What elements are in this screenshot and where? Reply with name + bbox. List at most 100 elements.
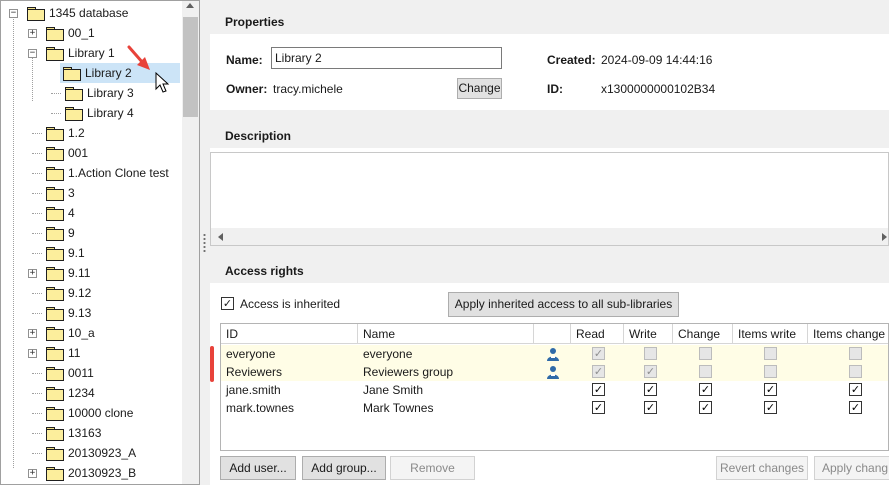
expand-toggle-icon[interactable]: + bbox=[28, 28, 37, 38]
column-header[interactable]: Read bbox=[571, 324, 624, 344]
folder-icon bbox=[65, 87, 83, 101]
permission-checkbox-change[interactable]: ✓ bbox=[699, 383, 712, 396]
tree-item[interactable]: 1.Action Clone test bbox=[28, 163, 169, 183]
column-header[interactable]: Name bbox=[358, 324, 534, 344]
permission-checkbox-read[interactable]: ✓ bbox=[592, 383, 605, 396]
add-group-button[interactable]: Add group... bbox=[302, 456, 386, 480]
inherited-checkbox[interactable]: ✓ bbox=[221, 297, 234, 310]
expand-toggle-icon[interactable]: − bbox=[9, 8, 18, 18]
tree-item[interactable]: 001 bbox=[28, 143, 88, 163]
column-header[interactable]: Change bbox=[673, 324, 733, 344]
tree-item[interactable]: 0011 bbox=[28, 363, 94, 383]
tree-item[interactable]: 9.13 bbox=[28, 303, 91, 323]
tree-item[interactable]: 13163 bbox=[28, 423, 101, 443]
expand-toggle-icon[interactable]: + bbox=[28, 268, 37, 278]
folder-icon bbox=[46, 167, 64, 181]
column-header[interactable]: ID bbox=[221, 324, 358, 344]
permission-checkbox-read[interactable]: ✓ bbox=[592, 347, 605, 360]
tree-item[interactable]: 1234 bbox=[28, 383, 95, 403]
tree-item-label: 9.1 bbox=[68, 246, 85, 260]
tree-item[interactable]: Library 4 bbox=[47, 103, 134, 123]
permission-checkbox-read[interactable]: ✓ bbox=[592, 401, 605, 414]
tree-item-label: 9.11 bbox=[68, 266, 91, 280]
folder-icon bbox=[46, 307, 64, 321]
tree-item[interactable]: 1.2 bbox=[28, 123, 85, 143]
apply-inherited-button[interactable]: Apply inherited access to all sub-librar… bbox=[448, 292, 679, 317]
access-grid[interactable]: ID Name Read Write Change Items write Items ch… bbox=[220, 323, 889, 451]
table-row[interactable]: Reviewers Reviewers group ✓ ✓ bbox=[221, 363, 888, 381]
description-hscrollbar[interactable] bbox=[211, 228, 888, 245]
expand-toggle-icon[interactable]: + bbox=[28, 328, 37, 338]
description-textarea[interactable] bbox=[210, 152, 889, 246]
permission-checkbox-items-write[interactable] bbox=[764, 365, 777, 378]
group-icon bbox=[547, 348, 559, 361]
tree-item[interactable]: +20130923_B bbox=[28, 463, 136, 483]
row-id: mark.townes bbox=[226, 401, 295, 415]
column-header[interactable]: Items write bbox=[733, 324, 808, 344]
expand-toggle-icon[interactable]: − bbox=[28, 48, 37, 58]
tree-scroll-thumb[interactable] bbox=[183, 17, 198, 117]
panel-splitter[interactable] bbox=[200, 0, 210, 485]
permission-checkbox-items-change[interactable] bbox=[849, 347, 862, 360]
permission-checkbox-change[interactable]: ✓ bbox=[699, 401, 712, 414]
tree-item[interactable]: +00_1 bbox=[28, 23, 95, 43]
tree-item-label: 10000 clone bbox=[68, 406, 134, 420]
column-header[interactable]: Items change bbox=[808, 324, 888, 344]
table-row[interactable]: mark.townes Mark Townes ✓ ✓ ✓ ✓ ✓ bbox=[221, 399, 888, 417]
expand-toggle-icon[interactable]: + bbox=[28, 348, 37, 358]
tree-item[interactable]: +9.11 bbox=[28, 263, 90, 283]
column-header[interactable] bbox=[534, 324, 571, 344]
permission-checkbox-items-write[interactable]: ✓ bbox=[764, 383, 777, 396]
permission-checkbox-change[interactable] bbox=[699, 365, 712, 378]
folder-icon bbox=[65, 107, 83, 121]
folder-icon bbox=[46, 347, 64, 361]
tree-item-label: Library 4 bbox=[87, 106, 134, 120]
permission-checkbox-write[interactable]: ✓ bbox=[644, 401, 657, 414]
folder-icon bbox=[46, 227, 64, 241]
library-tree[interactable]: −1345 database +00_1− Library 1 Library 2 Li… bbox=[0, 0, 200, 485]
row-name: Jane Smith bbox=[363, 383, 424, 397]
tree-item[interactable]: 10000 clone bbox=[28, 403, 133, 423]
permission-checkbox-write[interactable]: ✓ bbox=[644, 365, 657, 378]
table-row[interactable]: jane.smith Jane Smith ✓ ✓ ✓ ✓ ✓ bbox=[221, 381, 888, 399]
tree-item[interactable]: − Library 1 bbox=[28, 43, 115, 63]
permission-checkbox-items-change[interactable]: ✓ bbox=[849, 383, 862, 396]
scroll-right-icon[interactable] bbox=[882, 233, 887, 241]
column-header[interactable]: Write bbox=[624, 324, 673, 344]
tree-item-label: 1.Action Clone test bbox=[68, 166, 169, 180]
permission-checkbox-items-change[interactable]: ✓ bbox=[849, 401, 862, 414]
created-label: Created: bbox=[547, 53, 596, 67]
tree-item[interactable]: 3 bbox=[28, 183, 75, 203]
apply-changes-button[interactable]: Apply chang bbox=[814, 456, 889, 480]
permission-checkbox-write[interactable] bbox=[644, 347, 657, 360]
scroll-up-icon[interactable] bbox=[186, 3, 194, 8]
tree-item[interactable]: 9 bbox=[28, 223, 75, 243]
add-user-button[interactable]: Add user... bbox=[220, 456, 296, 480]
tree-item[interactable]: 9.1 bbox=[28, 243, 85, 263]
permission-checkbox-read[interactable]: ✓ bbox=[592, 365, 605, 378]
name-field[interactable] bbox=[271, 47, 502, 69]
remove-button[interactable]: Remove bbox=[390, 456, 475, 480]
description-panel: Description bbox=[210, 124, 889, 246]
tree-item[interactable]: − 1345 database bbox=[9, 3, 128, 23]
permission-checkbox-items-write[interactable] bbox=[764, 347, 777, 360]
table-row[interactable]: everyone everyone ✓ bbox=[221, 345, 888, 363]
expand-toggle-icon[interactable]: + bbox=[28, 468, 37, 478]
change-owner-button[interactable]: Change bbox=[457, 78, 502, 99]
permission-checkbox-items-write[interactable]: ✓ bbox=[764, 401, 777, 414]
tree-item-label: 0011 bbox=[68, 366, 94, 380]
tree-item[interactable]: +10_a bbox=[28, 323, 95, 343]
tree-item[interactable]: 20130923_A bbox=[28, 443, 136, 463]
revert-changes-button[interactable]: Revert changes bbox=[716, 456, 808, 480]
permission-checkbox-items-change[interactable] bbox=[849, 365, 862, 378]
permission-checkbox-write[interactable]: ✓ bbox=[644, 383, 657, 396]
folder-icon bbox=[46, 447, 64, 461]
tree-item[interactable]: 4 bbox=[28, 203, 75, 223]
tree-scrollbar[interactable] bbox=[182, 1, 199, 484]
folder-icon bbox=[46, 387, 64, 401]
tree-item[interactable]: 9.12 bbox=[28, 283, 91, 303]
scroll-left-icon[interactable] bbox=[218, 233, 223, 241]
tree-item[interactable]: +11 bbox=[28, 343, 80, 363]
row-id: jane.smith bbox=[226, 383, 281, 397]
permission-checkbox-change[interactable] bbox=[699, 347, 712, 360]
